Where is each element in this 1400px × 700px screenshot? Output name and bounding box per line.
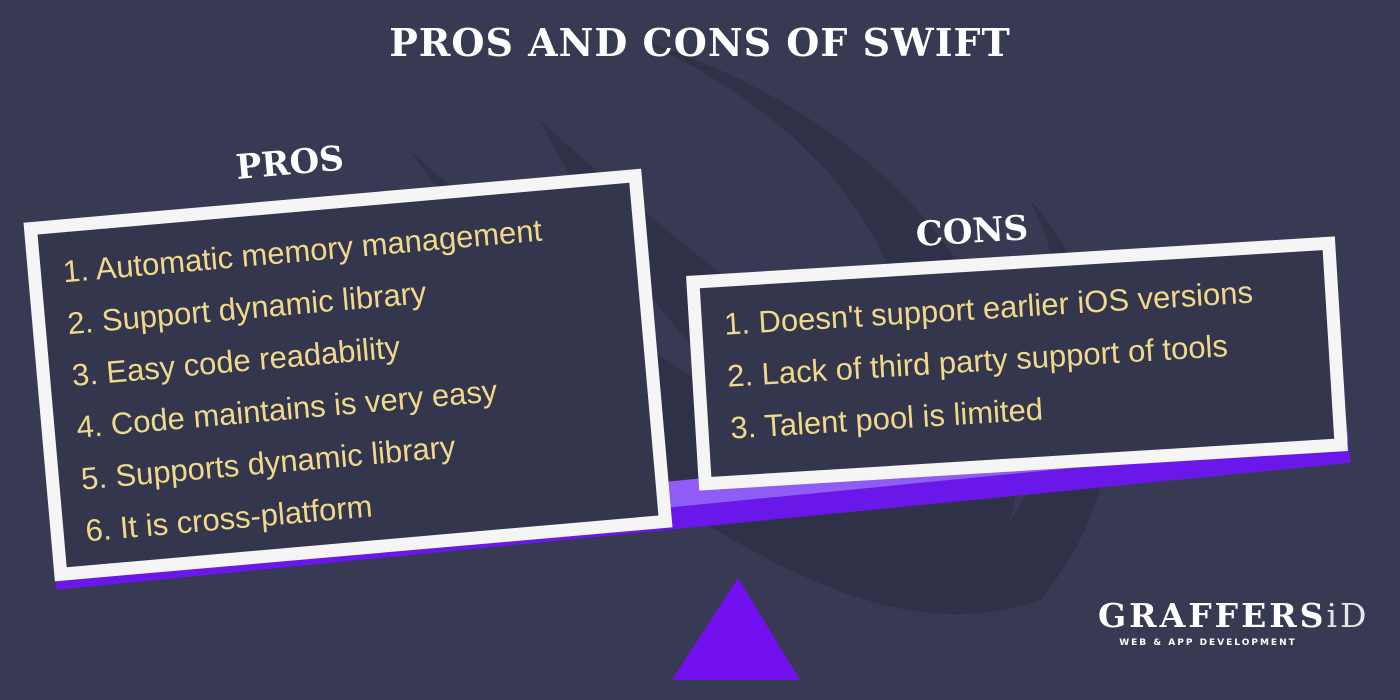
- cons-card: 1. Doesn't support earlier iOS versions …: [686, 236, 1348, 491]
- cons-list: 1. Doesn't support earlier iOS versions …: [700, 250, 1333, 456]
- logo-wordmark: GRAFFERSiD: [1098, 596, 1366, 636]
- graffersid-logo: GRAFFERSiD WEB & APP DEVELOPMENT: [1098, 596, 1366, 648]
- logo-suffix: iD: [1326, 596, 1370, 635]
- logo-tagline: WEB & APP DEVELOPMENT: [1119, 638, 1297, 648]
- logo-word: GRAFFERS: [1098, 596, 1327, 635]
- pros-list: 1. Automatic memory management 2. Suppor…: [38, 183, 658, 560]
- pros-card: 1. Automatic memory management 2. Suppor…: [23, 168, 673, 582]
